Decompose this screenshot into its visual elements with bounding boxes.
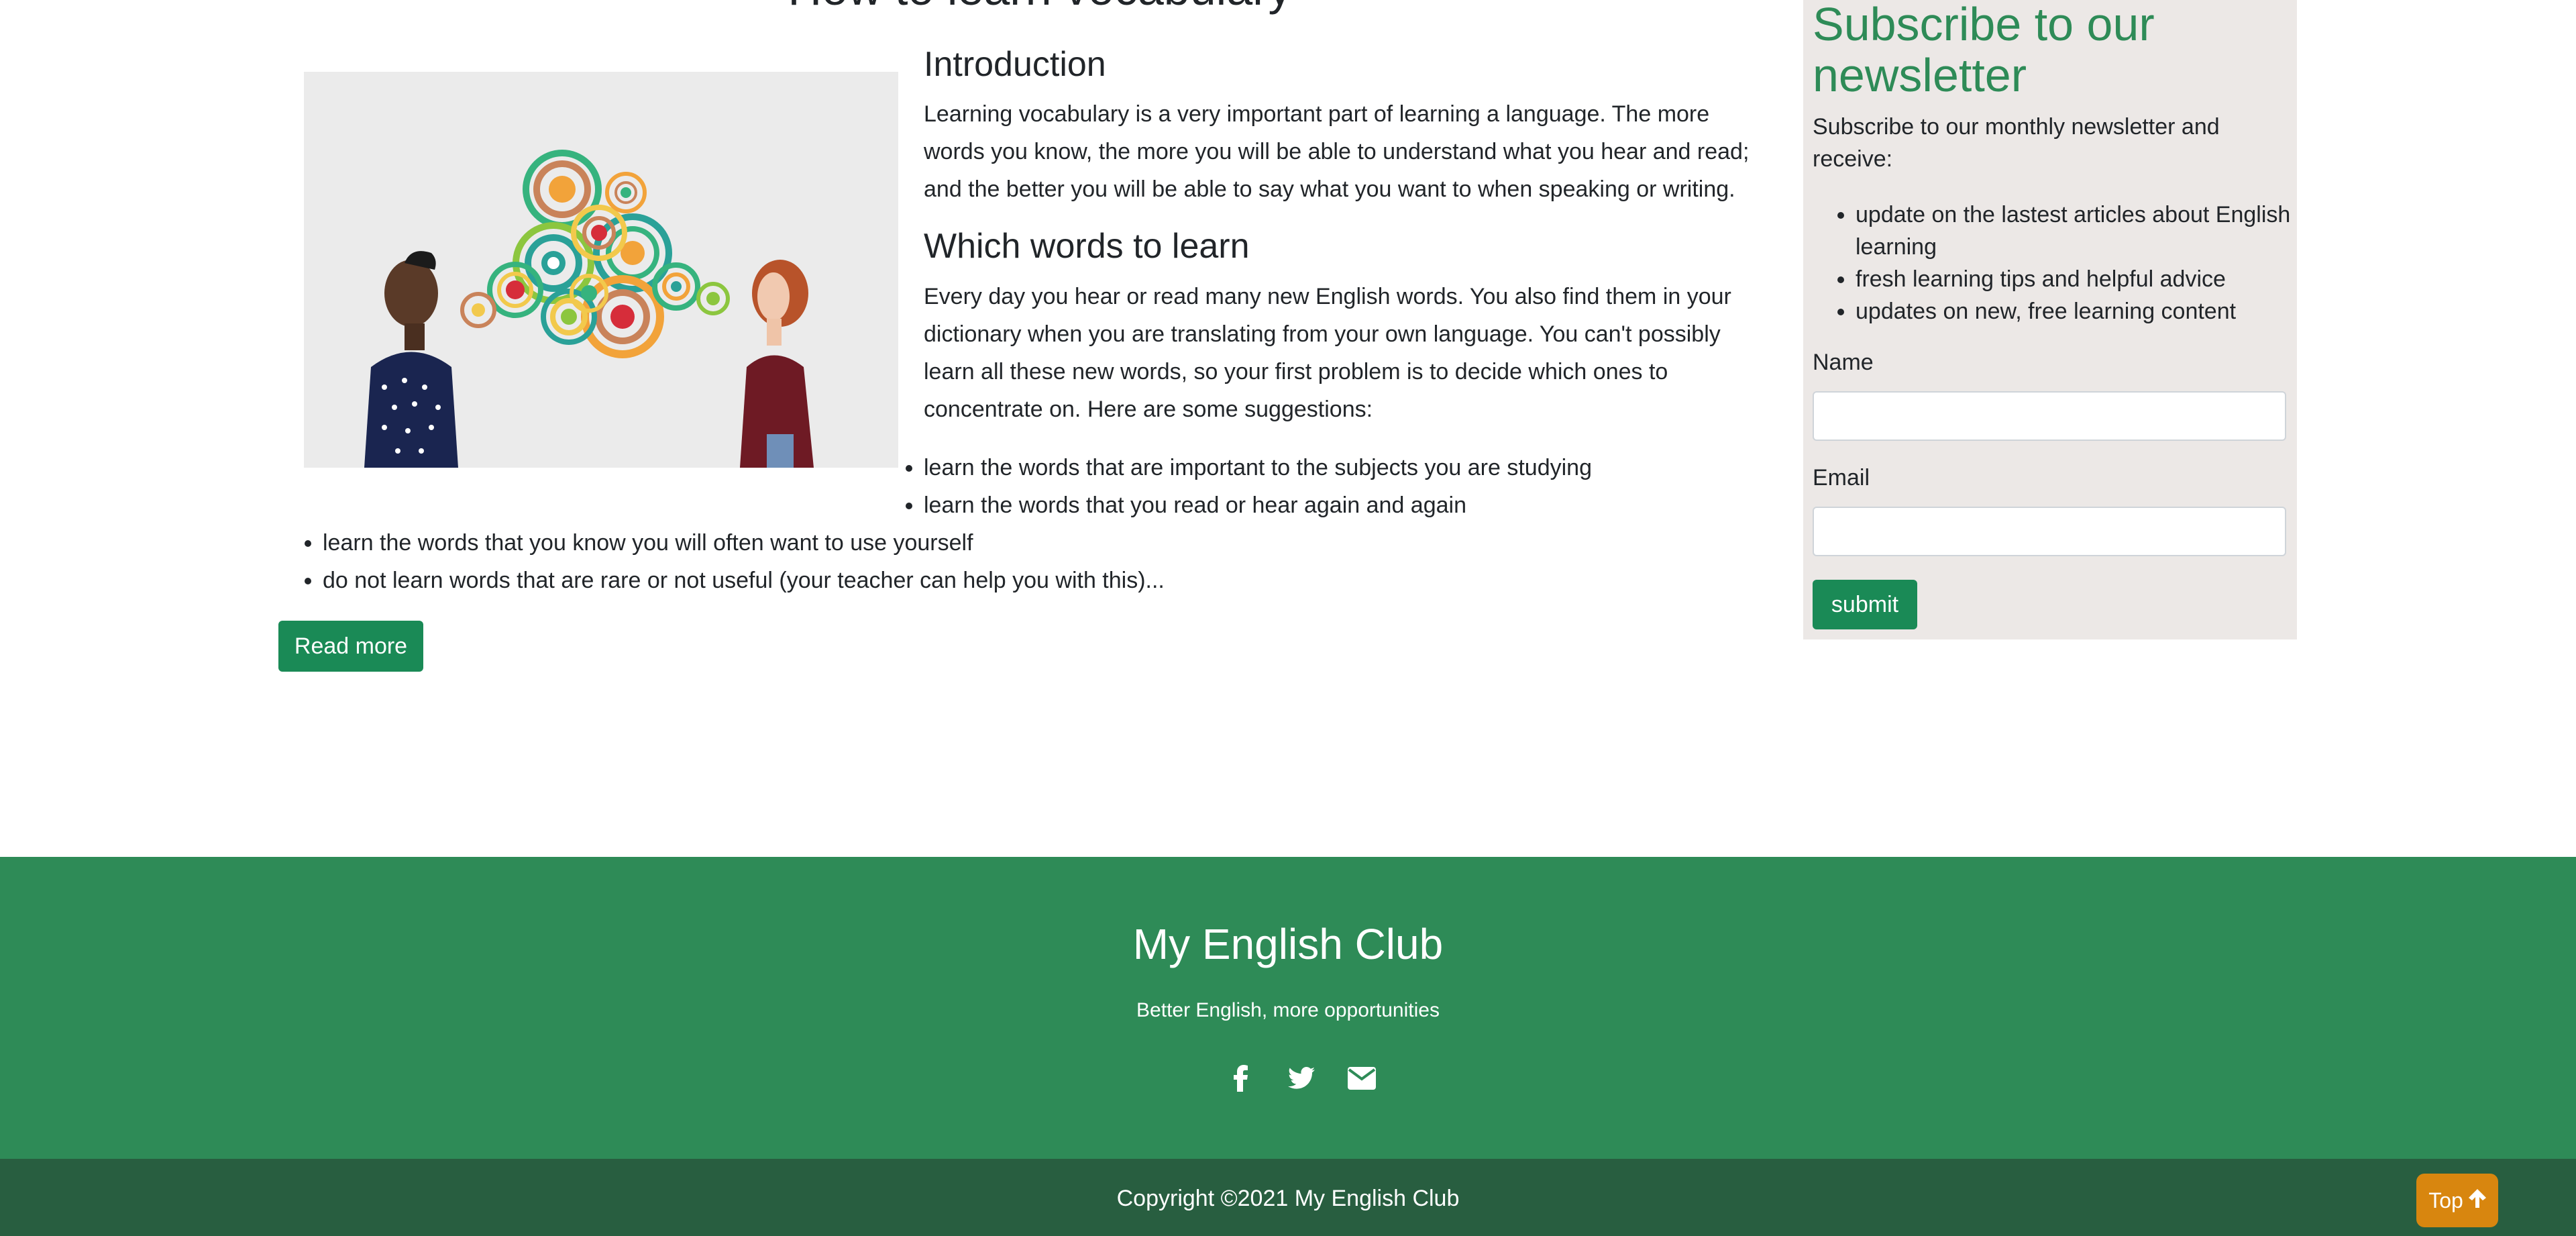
which-words-text: Every day you hear or read many new Engl… [924,284,1731,422]
hero-image [304,72,898,468]
introduction-text: Learning vocabulary is a very important … [924,101,1750,202]
footer-brand: My English Club [1132,920,1444,968]
email-field[interactable] [1813,507,2286,556]
suggestions-list-bottom: learn the words that you know you will o… [278,524,1165,599]
name-field[interactable] [1813,391,2286,441]
copyright-text: Copyright ©2021 My English Club [1116,1186,1460,1211]
envelope-icon[interactable] [1342,1058,1382,1098]
suggestions-list-top: learn the words that are important to th… [879,449,1592,524]
submit-button[interactable]: submit [1813,580,1917,629]
list-item: fresh learning tips and helpful advice [1856,263,2318,295]
newsletter-benefits: update on the lastest articles about Eng… [1813,199,2318,327]
list-item: do not learn words that are rare or not … [323,562,1165,599]
read-more-button[interactable]: Read more [278,621,423,672]
newsletter-intro: Subscribe to our monthly newsletter and … [1813,114,2220,172]
top-label: Top [2428,1188,2463,1213]
list-item: learn the words that you know you will o… [323,524,1165,562]
which-words-heading: Which words to learn [924,227,1250,266]
list-item: update on the lastest articles about Eng… [1856,199,2318,263]
back-to-top-button[interactable]: Top [2416,1174,2498,1227]
list-item: updates on new, free learning content [1856,295,2318,327]
twitter-icon[interactable] [1281,1058,1322,1098]
footer: My English Club Better English, more opp… [0,857,2576,1159]
arrow-up-icon [2468,1188,2486,1213]
email-label: Email [1813,465,1870,491]
copyright-bar: Copyright ©2021 My English Club [0,1159,2576,1236]
introduction-heading: Introduction [924,45,1106,84]
list-item: learn the words that you read or hear ag… [924,486,1592,524]
social-links [1221,1058,1382,1098]
newsletter-heading: Subscribe to our newsletter [1813,0,2155,101]
footer-tagline: Better English, more opportunities [1136,999,1440,1021]
name-label: Name [1813,350,1874,375]
newsletter-sidebar: Subscribe to our newsletter Subscribe to… [1803,0,2297,639]
facebook-icon[interactable] [1221,1058,1261,1098]
article-title: How to learn vocabulary [738,0,1342,12]
list-item: learn the words that are important to th… [924,449,1592,486]
